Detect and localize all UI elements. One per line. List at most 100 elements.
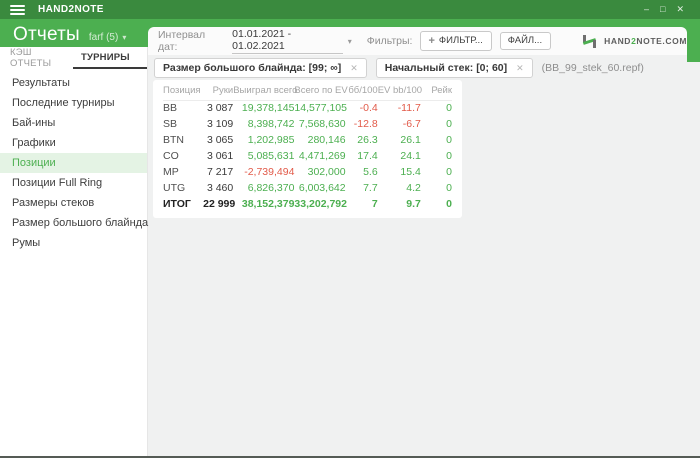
- hands-cell: 3 065: [206, 134, 234, 146]
- position-cell: UTG: [163, 182, 186, 194]
- maximize-icon[interactable]: □: [660, 5, 665, 14]
- filter-chip-label: Размер большого блайнда: [99; ∞]: [163, 62, 342, 74]
- ev-cell: 33,202,792: [294, 198, 347, 210]
- rake-cell: 0: [446, 198, 452, 210]
- column-header-won[interactable]: Выиграл всего: [233, 82, 297, 101]
- sidebar-item-recent-tournaments[interactable]: Последние турниры: [0, 93, 147, 113]
- bb100-cell: 7.7: [363, 182, 378, 194]
- brand-text: HAND2NOTE.COM: [604, 36, 687, 46]
- position-cell: BTN: [163, 134, 184, 146]
- bb100-cell: -0.4: [359, 102, 378, 115]
- sidebar-item-graphs[interactable]: Графики: [0, 133, 147, 153]
- won-cell: 5,085,631: [247, 150, 295, 162]
- window-controls: – □ ✕: [644, 5, 684, 14]
- minimize-icon[interactable]: –: [644, 5, 649, 14]
- filter-chip-big-blind[interactable]: Размер большого блайнда: [99; ∞] ✕: [154, 58, 367, 78]
- rake-cell: 0: [446, 182, 452, 194]
- evbb100-cell: -6.7: [402, 118, 421, 130]
- won-cell: 8,398,742: [247, 118, 295, 130]
- bb100-cell: 7: [371, 198, 378, 210]
- evbb100-cell: 24.1: [400, 150, 421, 162]
- rake-cell: 0: [446, 118, 452, 130]
- chevron-down-icon: ▾: [122, 33, 127, 42]
- ev-cell: 7,568,630: [298, 118, 346, 130]
- column-header-bb100[interactable]: бб/100: [345, 82, 378, 101]
- rake-cell: 0: [446, 150, 452, 162]
- account-selector[interactable]: farf (5) ▾: [89, 32, 126, 43]
- position-cell: CO: [163, 150, 179, 162]
- table-row-bb[interactable]: BB 3 087 19,378,145 14,577,105 -0.4 -11.…: [163, 100, 452, 116]
- file-button-label: ФАЙЛ...: [507, 34, 543, 46]
- toolbar: Интервал дат: 01.01.2021 - 01.02.2021 ▾ …: [148, 27, 687, 55]
- positions-report-card: Позиция Руки Выиграл всего Всего по EV б…: [153, 80, 462, 218]
- plus-icon: +: [428, 34, 435, 47]
- table-row-mp[interactable]: MP 7 217 -2,739,494 302,000 5.6 15.4 0: [163, 164, 452, 180]
- column-header-rake[interactable]: Рейк: [420, 82, 452, 101]
- ev-cell: 6,003,642: [298, 182, 346, 194]
- report-menu: Результаты Последние турниры Бай-ины Гра…: [0, 73, 148, 253]
- hand2note-brand-link[interactable]: HAND2NOTE.COM: [582, 34, 687, 48]
- add-filter-button-label: ФИЛЬТР...: [438, 34, 483, 46]
- sidebar-item-buyins[interactable]: Бай-ины: [0, 113, 147, 133]
- sidebar-item-positions[interactable]: Позиции: [0, 153, 147, 173]
- column-header-position[interactable]: Позиция: [163, 82, 204, 101]
- hands-cell: 3 109: [206, 118, 234, 130]
- date-interval-label: Интервал дат:: [158, 29, 206, 53]
- column-header-evbb100[interactable]: EV bb/100: [377, 82, 422, 101]
- won-cell: 19,378,145: [241, 102, 295, 115]
- table-row-btn[interactable]: BTN 3 065 1,202,985 280,146 26.3 26.1 0: [163, 132, 452, 148]
- date-range-picker[interactable]: 01.01.2021 - 01.02.2021: [232, 28, 343, 54]
- won-cell: 6,826,370: [247, 182, 295, 194]
- sidebar: КЭШ ОТЧЕТЫ ТУРНИРЫ Результаты Последние …: [0, 47, 148, 456]
- report-tabs: КЭШ ОТЧЕТЫ ТУРНИРЫ: [0, 47, 147, 69]
- sidebar-item-results[interactable]: Результаты: [0, 73, 147, 93]
- table-row-utg[interactable]: UTG 3 460 6,826,370 6,003,642 7.7 4.2 0: [163, 180, 452, 196]
- hamburger-menu-icon[interactable]: [10, 4, 25, 15]
- table-row-total[interactable]: ИТОГ 22 999 38,152,379 33,202,792 7 9.7 …: [163, 196, 452, 212]
- bb100-cell: 17.4: [357, 150, 378, 162]
- column-header-ev[interactable]: Всего по EV: [294, 82, 348, 101]
- evbb100-cell: -11.7: [397, 102, 421, 115]
- won-cell: 38,152,379: [241, 198, 295, 210]
- filter-file-name: (BB_99_stek_60.repf): [541, 62, 644, 74]
- evbb100-cell: 4.2: [406, 182, 421, 194]
- chevron-down-icon[interactable]: ▾: [348, 37, 352, 46]
- file-button[interactable]: ФАЙЛ...: [499, 31, 552, 51]
- sidebar-item-big-blind-size[interactable]: Размер большого блайнда: [0, 213, 148, 233]
- won-cell: 1,202,985: [247, 134, 295, 146]
- tab-cash-reports[interactable]: КЭШ ОТЧЕТЫ: [0, 47, 73, 69]
- sidebar-item-stack-sizes[interactable]: Размеры стеков: [0, 193, 147, 213]
- bb100-cell: -12.8: [353, 118, 378, 130]
- position-cell: ИТОГ: [163, 198, 191, 210]
- bb100-cell: 5.6: [363, 166, 378, 178]
- hands-cell: 7 217: [206, 166, 234, 178]
- hand2note-window: HAND2NOTE – □ ✕ Интервал дат: 01.01.2021…: [0, 0, 700, 458]
- add-filter-button[interactable]: + ФИЛЬТР...: [420, 30, 492, 52]
- hands-cell: 22 999: [203, 198, 236, 210]
- column-header-hands[interactable]: Руки: [203, 82, 234, 101]
- rake-cell: 0: [446, 166, 452, 178]
- app-title: HAND2NOTE: [38, 4, 104, 15]
- table-row-sb[interactable]: SB 3 109 8,398,742 7,568,630 -12.8 -6.7 …: [163, 116, 452, 132]
- ev-cell: 14,577,105: [294, 102, 347, 115]
- filter-chip-start-stack[interactable]: Начальный стек: [0; 60] ✕: [375, 58, 533, 78]
- tab-tournaments[interactable]: ТУРНИРЫ: [73, 47, 147, 69]
- remove-filter-icon[interactable]: ✕: [516, 63, 524, 74]
- ev-cell: 4,471,269: [298, 150, 346, 162]
- table-row-co[interactable]: CO 3 061 5,085,631 4,471,269 17.4 24.1 0: [163, 148, 452, 164]
- filter-chip-label: Начальный стек: [0; 60]: [384, 62, 508, 74]
- evbb100-cell: 9.7: [406, 198, 421, 210]
- rake-cell: 0: [446, 134, 452, 146]
- hands-cell: 3 061: [206, 150, 234, 162]
- ev-cell: 280,146: [307, 134, 346, 146]
- close-icon[interactable]: ✕: [676, 5, 684, 14]
- remove-filter-icon[interactable]: ✕: [350, 63, 358, 74]
- won-cell: -2,739,494: [244, 166, 295, 178]
- evbb100-cell: 26.1: [400, 134, 421, 146]
- filters-label: Фильтры:: [366, 35, 413, 47]
- titlebar: HAND2NOTE – □ ✕: [0, 0, 700, 19]
- evbb100-cell: 15.4: [400, 166, 421, 178]
- hands-cell: 3 087: [206, 102, 234, 115]
- sidebar-item-rooms[interactable]: Румы: [0, 233, 147, 253]
- sidebar-item-positions-full-ring[interactable]: Позиции Full Ring: [0, 173, 147, 193]
